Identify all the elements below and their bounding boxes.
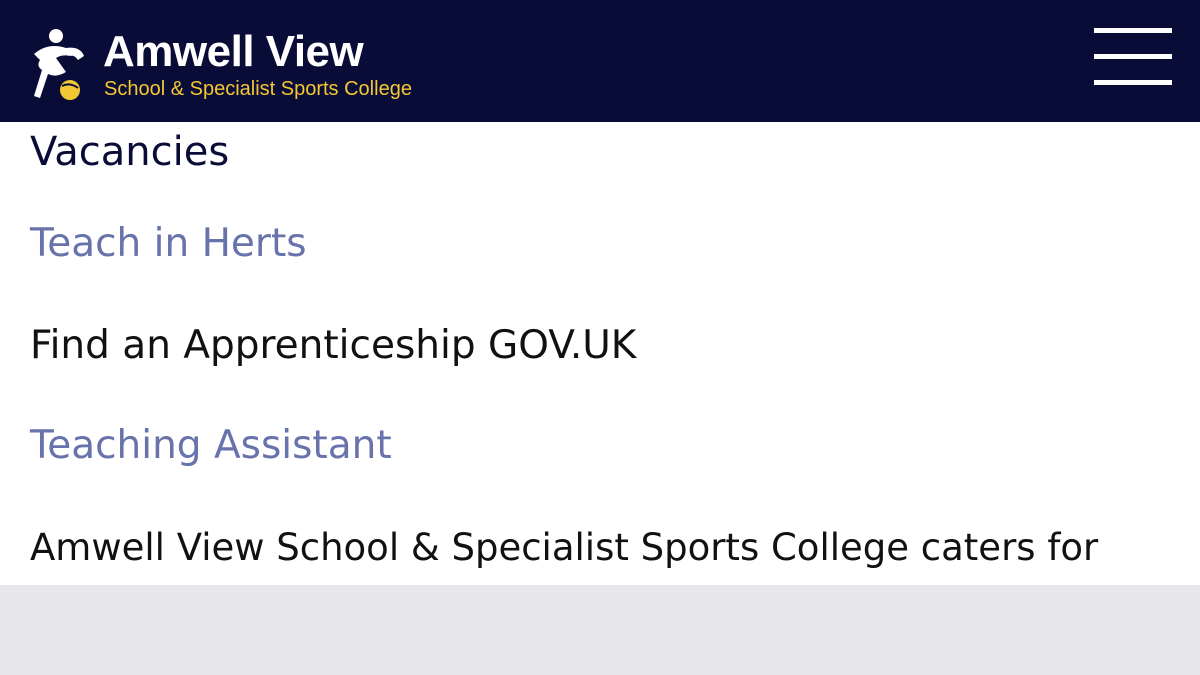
brand-name[interactable]: Amwell View: [103, 26, 364, 78]
site-header: Amwell View School & Specialist Sports C…: [0, 0, 1200, 122]
menu-button[interactable]: [1094, 28, 1172, 86]
brand-tagline: School & Specialist Sports College: [104, 78, 412, 100]
main-content: Vacancies Teach in Herts Find an Apprent…: [0, 122, 1200, 585]
page-title: Vacancies: [30, 129, 230, 175]
apprenticeship-text: Find an Apprenticeship GOV.UK: [30, 323, 637, 368]
footer-band: [0, 585, 1200, 675]
teach-in-herts-link[interactable]: Teach in Herts: [30, 220, 307, 268]
vacancy-description: Amwell View School & Specialist Sports C…: [30, 526, 1099, 569]
running-figure-ball-icon[interactable]: [26, 26, 90, 102]
teaching-assistant-link[interactable]: Teaching Assistant: [30, 422, 392, 470]
